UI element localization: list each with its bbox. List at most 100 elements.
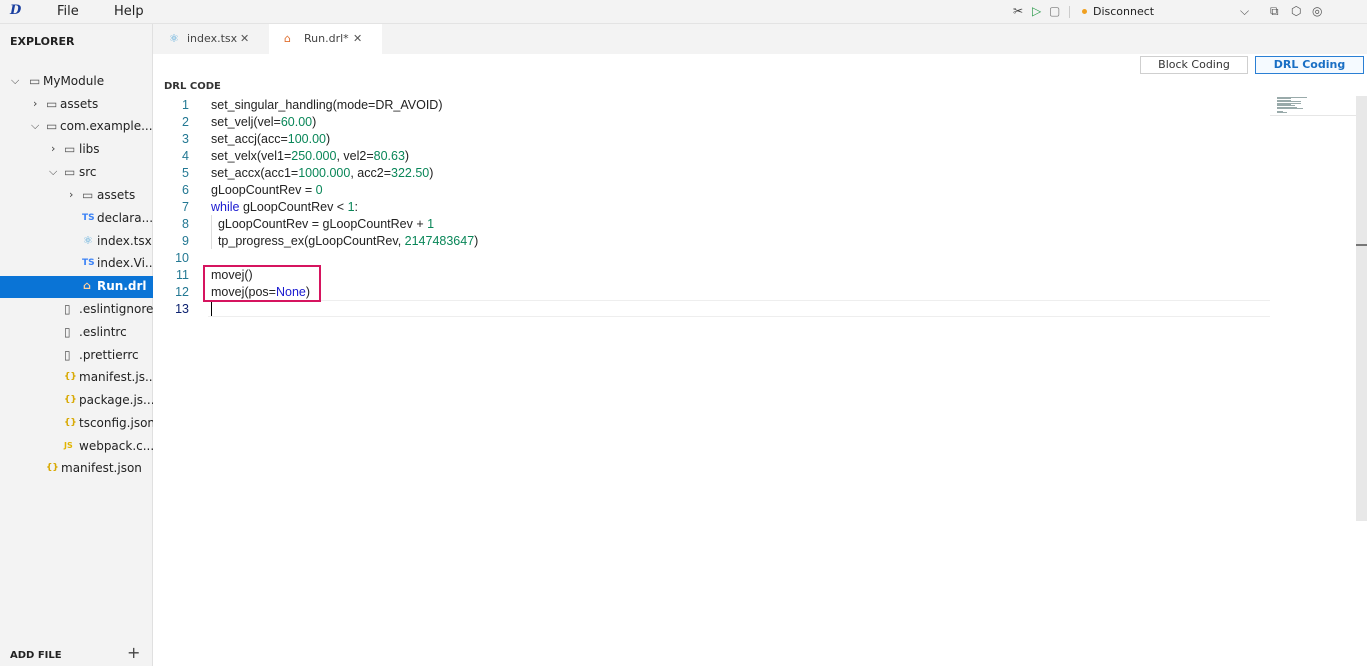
tree-item-webpack[interactable]: JS webpack.c... (0, 436, 153, 458)
chevron-right-icon: › (69, 188, 74, 201)
tree-item-index-tsx[interactable]: ⚛ index.tsx (0, 231, 153, 253)
tree-item-src[interactable]: ⌵ ▭ src (0, 162, 153, 184)
code-text: set_singular_handling(mode=DR_AVOID) (211, 98, 443, 112)
line-number: 7 (182, 200, 189, 214)
code-token: , vel2= (336, 149, 374, 163)
number-token: 100.00 (287, 132, 327, 146)
code-token: set_singular_handling(mode=DR_AVOID) (211, 98, 443, 112)
number-token: 80.63 (373, 149, 405, 163)
connection-status[interactable]: Disconnect (1093, 5, 1154, 18)
stop-icon[interactable]: ▢ (1049, 4, 1060, 18)
app-logo: D (10, 3, 22, 18)
explorer-sidebar: EXPLORER ⌵ ▭ MyModule › ▭ assets ⌵ ▭ com… (0, 24, 153, 666)
minimap-line (1277, 112, 1287, 114)
tab-index-tsx[interactable]: ⚛ index.tsx ✕ (153, 24, 269, 54)
device-icon[interactable]: ⧉ (1270, 4, 1279, 19)
block-coding-button[interactable]: Block Coding (1140, 56, 1248, 74)
chevron-right-icon: › (51, 142, 56, 155)
add-file-label: ADD FILE (10, 650, 62, 661)
folder-icon: ▭ (64, 165, 76, 179)
tree-item-assets[interactable]: › ▭ assets (0, 94, 153, 116)
javascript-file-icon: JS (64, 441, 73, 450)
tree-item-mymodule[interactable]: ⌵ ▭ MyModule (0, 71, 153, 93)
code-token: ) (312, 115, 317, 129)
chevron-down-icon[interactable]: ⌵ (1240, 4, 1249, 19)
close-icon[interactable]: ✕ (353, 32, 362, 45)
tree-item-label: tsconfig.json (79, 416, 153, 430)
tree-item-prettierrc[interactable]: ▯ .prettierrc (0, 345, 153, 367)
code-text: set_velj(vel=60.00) (211, 115, 316, 129)
vertical-scrollbar[interactable] (1356, 96, 1367, 521)
code-line[interactable]: 13 (153, 302, 1273, 319)
tree-item-label: package.js... (79, 393, 153, 407)
tab-run-drl[interactable]: ⌂ Run.drl* ✕ (269, 24, 382, 54)
code-line[interactable]: 10 (153, 251, 1273, 268)
user-icon[interactable]: ◎ (1312, 4, 1322, 18)
code-token: : (354, 200, 359, 214)
code-token: set_velx(vel1= (211, 149, 292, 163)
number-token: 1 (347, 200, 355, 214)
code-editor[interactable]: 1 set_singular_handling(mode=DR_AVOID) 2 se… (153, 96, 1353, 666)
tree-item-declarations[interactable]: TS declara... (0, 208, 153, 230)
tree-item-manifest-root[interactable]: {} manifest.json (0, 458, 153, 480)
tree-item-eslintrc[interactable]: ▯ .eslintrc (0, 322, 153, 344)
typescript-file-icon: TS (82, 213, 95, 223)
tree-item-tsconfig[interactable]: {} tsconfig.json (0, 413, 153, 435)
code-line[interactable]: 1 set_singular_handling(mode=DR_AVOID) (153, 98, 1273, 115)
tree-item-eslintignore[interactable]: ▯ .eslintignore (0, 299, 153, 321)
status-dot-icon (1082, 9, 1087, 14)
folder-icon: ▭ (64, 142, 76, 156)
tree-item-manifest-src[interactable]: {} manifest.js... (0, 367, 153, 389)
code-line[interactable]: 12 movej(pos=None) (153, 285, 1273, 302)
code-line[interactable]: 11 movej() (153, 268, 1273, 285)
code-line[interactable]: 2 set_velj(vel=60.00) (153, 115, 1273, 132)
line-number: 3 (182, 132, 189, 146)
drl-file-icon: ⌂ (83, 279, 91, 292)
line-number: 8 (182, 217, 189, 231)
code-token: , acc2= (350, 166, 391, 180)
code-token: gLoopCountRev = gLoopCountRev + (211, 217, 428, 231)
code-line[interactable]: 3 set_accj(acc=100.00) (153, 132, 1273, 149)
tab-label: index.tsx (187, 32, 238, 45)
folder-icon: ▭ (46, 97, 58, 111)
line-number: 13 (175, 302, 189, 316)
tree-item-label: com.example.... (60, 119, 153, 133)
tree-item-package-json[interactable]: {} package.js... (0, 390, 153, 412)
number-token: 0 (315, 183, 323, 197)
explorer-title: EXPLORER (10, 35, 75, 48)
tree-item-index-vi[interactable]: TS index.Vi... (0, 253, 153, 275)
tree-item-run-drl[interactable]: ⌂ Run.drl (0, 276, 153, 298)
tree-item-libs[interactable]: › ▭ libs (0, 139, 153, 161)
file-icon: ▯ (64, 302, 71, 316)
run-icon[interactable]: ▷ (1032, 4, 1041, 18)
code-line[interactable]: 5 set_accx(acc1=1000.000, acc2=322.50) (153, 166, 1273, 183)
editor-tabbar: ⚛ index.tsx ✕ ⌂ Run.drl* ✕ (153, 24, 1367, 54)
menu-help[interactable]: Help (114, 4, 144, 19)
react-file-icon: ⚛ (83, 234, 93, 247)
minimap[interactable] (1270, 96, 1356, 116)
code-line[interactable]: 4 set_velx(vel1=250.000, vel2=80.63) (153, 149, 1273, 166)
code-line[interactable]: 8 gLoopCountRev = gLoopCountRev + 1 (153, 217, 1273, 234)
drl-coding-button[interactable]: DRL Coding (1255, 56, 1364, 74)
package-icon[interactable]: ⬡ (1291, 4, 1301, 18)
code-line[interactable]: 9 tp_progress_ex(gLoopCountRev, 21474836… (153, 234, 1273, 251)
drl-code-label: DRL CODE (164, 81, 221, 92)
chevron-down-icon: ⌵ (31, 119, 40, 132)
tree-item-com-example[interactable]: ⌵ ▭ com.example.... (0, 116, 153, 138)
tree-item-src-assets[interactable]: › ▭ assets (0, 185, 153, 207)
menu-file[interactable]: File (57, 4, 79, 19)
code-text: gLoopCountRev = 0 (211, 183, 323, 197)
folder-icon: ▭ (82, 188, 94, 202)
tools-icon[interactable]: ✂ (1013, 4, 1023, 18)
code-token: ) (429, 166, 434, 180)
code-line[interactable]: 6 gLoopCountRev = 0 (153, 183, 1273, 200)
tree-item-label: manifest.json (61, 461, 142, 475)
add-file-button[interactable]: + (127, 643, 140, 662)
close-icon[interactable]: ✕ (240, 32, 249, 45)
code-line[interactable]: 7 while gLoopCountRev < 1: (153, 200, 1273, 217)
tree-item-label: .eslintrc (79, 325, 127, 339)
json-file-icon: {} (64, 395, 77, 405)
tree-item-label: index.tsx (97, 234, 152, 248)
line-number: 11 (176, 268, 189, 282)
line-number: 10 (175, 251, 189, 265)
